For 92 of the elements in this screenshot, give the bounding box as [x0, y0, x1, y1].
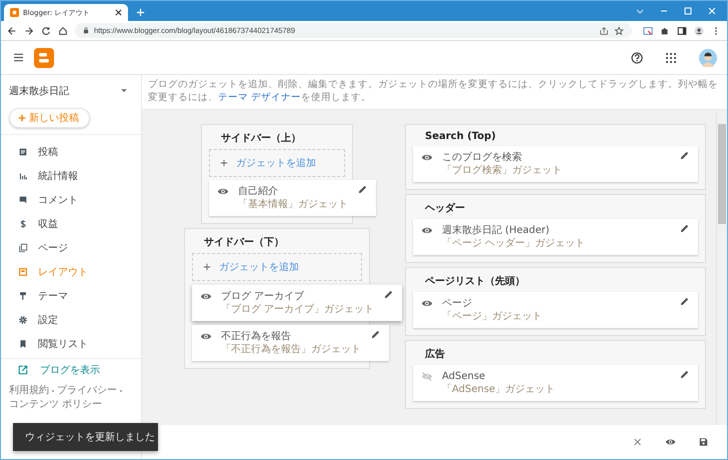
view-blog-link[interactable]: ブログを表示 [1, 358, 141, 381]
plus-icon [203, 263, 211, 271]
gadget-card[interactable]: ページ 「ページ」ガジェット [413, 292, 698, 328]
plus-icon [220, 159, 228, 167]
gadget-card[interactable]: 不正行為を報告 「不正行為を報告」ガジェット [192, 325, 389, 361]
blogger-logo-icon[interactable] [34, 48, 54, 68]
pages-icon [18, 243, 28, 253]
gadget-type: 「不正行為を報告」ガジェット [221, 343, 361, 356]
caret-icon [121, 89, 127, 93]
pencil-icon[interactable] [679, 223, 690, 234]
dollar-icon [18, 219, 28, 229]
apps-grid-icon[interactable] [665, 52, 677, 64]
pencil-icon[interactable] [383, 289, 394, 300]
close-icon[interactable] [632, 437, 643, 447]
help-icon[interactable] [631, 52, 643, 64]
nav-item[interactable]: 設定 [1, 308, 141, 332]
gadget-type: 「AdSense」ガジェット [442, 383, 556, 396]
gadget-name: 不正行為を報告 [221, 330, 292, 343]
gadget-type: 「基本情報」ガジェット [238, 198, 348, 211]
close-tab-icon[interactable] [115, 9, 122, 16]
bookmark-icon [18, 339, 28, 349]
nav-item[interactable]: テーマ [1, 284, 141, 308]
pencil-icon[interactable] [357, 184, 368, 195]
nav-item[interactable]: 統計情報 [1, 164, 141, 188]
nav-item[interactable]: 投稿 [1, 140, 141, 164]
menu-icon[interactable] [13, 53, 24, 62]
gadget-name: ブログ アーカイブ [221, 290, 306, 303]
gadget-name: 週末散歩日記 (Header) [442, 224, 550, 237]
toast-message: ウィジェットを更新しました [13, 423, 158, 451]
section-title: ページリスト（先頭） [424, 274, 526, 289]
section-title: Search (Top) [424, 130, 497, 144]
eye-icon[interactable] [421, 299, 433, 308]
section-title: 広告 [424, 347, 446, 362]
external-link-icon [18, 365, 28, 375]
layout-icon [18, 267, 28, 277]
eye-icon[interactable] [200, 332, 212, 341]
back-arrow-icon[interactable] [7, 26, 17, 36]
bar-chart-icon [18, 171, 28, 181]
gadget-card[interactable]: ブログ アーカイブ 「ブログ アーカイブ」ガジェット [192, 284, 402, 321]
footer-link[interactable]: コンテンツ ポリシー [9, 398, 102, 412]
section-title: サイドバー（上） [220, 132, 302, 146]
footer-link[interactable]: 利用規約 [9, 384, 49, 398]
section-title: サイドバー（下） [203, 236, 285, 250]
reload-icon[interactable] [41, 26, 51, 36]
side-panel-icon[interactable] [677, 26, 687, 36]
section-title: ヘッダー [424, 202, 466, 216]
nav-item[interactable]: 閲覧リスト [1, 332, 141, 356]
gadget-card[interactable]: 自己紹介 「基本情報」ガジェット [209, 180, 376, 216]
blogger-favicon-icon [10, 8, 19, 17]
eye-icon[interactable] [200, 292, 212, 301]
lock-icon [83, 27, 89, 34]
eye-icon[interactable] [665, 437, 676, 447]
new-tab-icon[interactable] [136, 8, 145, 17]
home-icon[interactable] [58, 26, 68, 36]
gadget-name: 自己紹介 [238, 185, 279, 198]
scrollbar[interactable] [716, 110, 727, 425]
footer-link[interactable]: プライバシー [57, 384, 117, 398]
eye-icon[interactable] [421, 226, 433, 235]
pencil-icon[interactable] [679, 150, 690, 161]
gadget-card[interactable]: 週末散歩日記 (Header) 「ページ ヘッダー」ガジェット [413, 219, 698, 255]
document-icon [18, 147, 28, 157]
nav-item[interactable]: コメント [1, 188, 141, 212]
gadget-card[interactable]: このブログを検索 「ブログ検索」ガジェット [413, 146, 698, 182]
blog-selector[interactable]: 週末散歩日記 [1, 75, 141, 104]
gadget-type: 「ページ」ガジェット [442, 310, 543, 323]
maximize-icon[interactable] [683, 6, 693, 16]
gadget-name: ページ [442, 297, 473, 310]
pencil-icon[interactable] [370, 329, 381, 340]
share-icon[interactable] [599, 26, 609, 36]
nav-item[interactable]: ページ [1, 236, 141, 260]
plus-icon [18, 114, 26, 122]
theme-designer-link[interactable]: テーマ デザイナー [218, 92, 302, 103]
gadget-type: 「ページ ヘッダー」ガジェット [442, 237, 586, 250]
gear-icon [18, 315, 28, 325]
gadget-type: 「ブログ アーカイブ」ガジェット [221, 303, 374, 316]
extension-icon[interactable] [643, 26, 653, 36]
gadget-name: AdSense [442, 370, 486, 383]
profile-icon[interactable] [694, 26, 704, 36]
star-icon[interactable] [614, 26, 624, 36]
pencil-icon[interactable] [679, 369, 690, 380]
nav-item[interactable]: 収益 [1, 212, 141, 236]
forward-arrow-icon[interactable] [24, 26, 34, 36]
pencil-icon[interactable] [679, 296, 690, 307]
save-icon[interactable] [698, 437, 709, 447]
close-icon[interactable] [707, 6, 717, 16]
gadget-card[interactable]: AdSense 「AdSense」ガジェット [413, 365, 698, 401]
eye-icon[interactable] [421, 153, 433, 162]
eye-icon[interactable] [217, 187, 229, 196]
avatar-icon[interactable] [699, 48, 717, 66]
gadget-name: このブログを検索 [442, 151, 523, 164]
gadget-type: 「ブログ検索」ガジェット [442, 164, 563, 177]
comment-icon [18, 195, 28, 205]
